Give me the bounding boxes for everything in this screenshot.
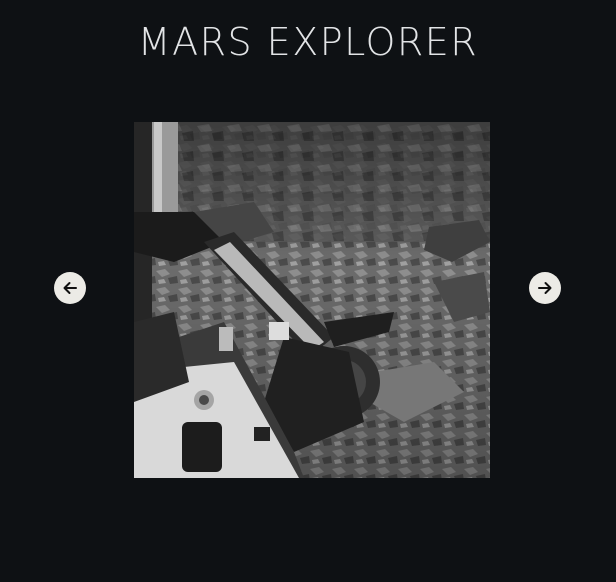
app-root: MARS EXPLORER: [0, 0, 616, 582]
arrow-left-icon: [61, 279, 79, 297]
mars-rover-photo: [134, 122, 490, 478]
page-title: MARS EXPLORER: [137, 20, 479, 64]
previous-button[interactable]: [54, 272, 86, 304]
arrow-right-icon: [536, 279, 554, 297]
image-carousel: [0, 122, 616, 478]
next-button[interactable]: [529, 272, 561, 304]
